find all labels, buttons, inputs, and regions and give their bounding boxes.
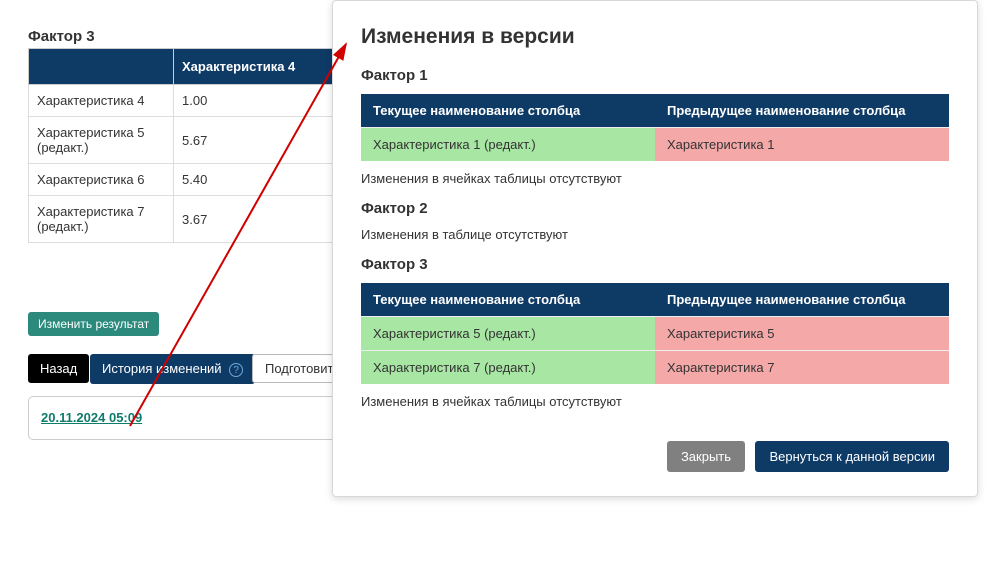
factor-2-title: Фактор 2 xyxy=(361,200,949,217)
col-previous-header: Предыдущее наименование столбца xyxy=(655,283,949,317)
change-row: Характеристика 7 (редакт.) Характеристик… xyxy=(361,351,949,385)
row-name: Характеристика 6 xyxy=(29,164,174,196)
row-value: 3.67 xyxy=(174,196,350,243)
version-changes-modal: Изменения в версии Фактор 1 Текущее наим… xyxy=(332,0,978,497)
revert-version-button[interactable]: Вернуться к данной версии xyxy=(755,441,949,472)
modal-title: Изменения в версии xyxy=(361,25,949,49)
row-name: Характеристика 7 (редакт.) xyxy=(29,196,174,243)
factor-1-note: Изменения в ячейках таблицы отсутствуют xyxy=(361,171,949,186)
modal-footer: Закрыть Вернуться к данной версии xyxy=(361,441,949,472)
row-value: 1.00 xyxy=(174,85,350,117)
row-value: 5.67 xyxy=(174,117,350,164)
change-row: Характеристика 5 (редакт.) Характеристик… xyxy=(361,317,949,351)
previous-value: Характеристика 5 xyxy=(655,317,949,351)
current-value: Характеристика 1 (редакт.) xyxy=(361,128,655,162)
col-previous-header: Предыдущее наименование столбца xyxy=(655,94,949,128)
row-value: 5.40 xyxy=(174,164,350,196)
current-value: Характеристика 5 (редакт.) xyxy=(361,317,655,351)
current-value: Характеристика 7 (редакт.) xyxy=(361,351,655,385)
col-current-header: Текущее наименование столбца xyxy=(361,94,655,128)
table-header-char-4: Характеристика 4 xyxy=(174,49,350,85)
back-button[interactable]: Назад xyxy=(28,354,89,383)
factor-1-title: Фактор 1 xyxy=(361,67,949,84)
factor-1-changes-table: Текущее наименование столбца Предыдущее … xyxy=(361,94,949,161)
close-button[interactable]: Закрыть xyxy=(667,441,745,472)
factor-3-changes-table: Текущее наименование столбца Предыдущее … xyxy=(361,283,949,384)
section-title-factor-3: Фактор 3 xyxy=(28,28,95,45)
factor-3-title: Фактор 3 xyxy=(361,256,949,273)
row-name: Характеристика 4 xyxy=(29,85,174,117)
history-entry-link[interactable]: 20.11.2024 05:09 xyxy=(41,410,142,425)
previous-value: Характеристика 1 xyxy=(655,128,949,162)
help-icon: ? xyxy=(229,363,243,377)
change-result-button[interactable]: Изменить результат xyxy=(28,312,159,336)
factor-3-note: Изменения в ячейках таблицы отсутствуют xyxy=(361,394,949,409)
factor-2-note: Изменения в таблице отсутствуют xyxy=(361,227,949,242)
col-current-header: Текущее наименование столбца xyxy=(361,283,655,317)
row-name: Характеристика 5 (редакт.) xyxy=(29,117,174,164)
previous-value: Характеристика 7 xyxy=(655,351,949,385)
change-row: Характеристика 1 (редакт.) Характеристик… xyxy=(361,128,949,162)
table-header-empty xyxy=(29,49,174,85)
history-button-label: История изменений xyxy=(102,361,222,376)
history-button[interactable]: История изменений ? xyxy=(90,354,255,384)
